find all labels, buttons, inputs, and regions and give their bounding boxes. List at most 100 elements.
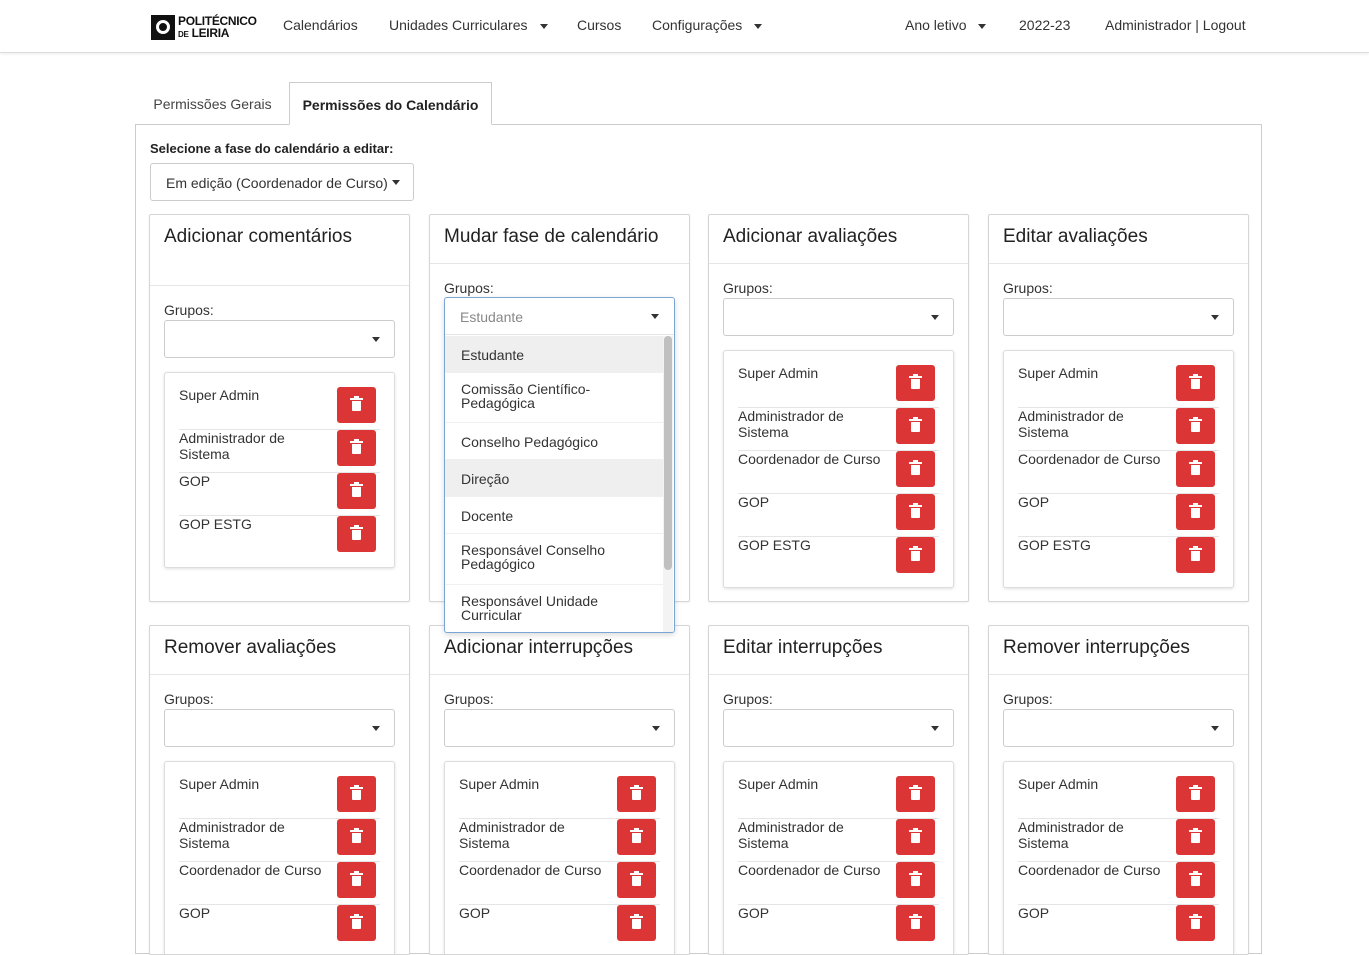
delete-group-button[interactable] <box>896 905 935 941</box>
chevron-down-icon <box>372 726 380 731</box>
phase-label: Selecione a fase do calendário a editar: <box>150 141 394 156</box>
delete-group-button[interactable] <box>896 776 935 812</box>
delete-group-button[interactable] <box>337 387 376 423</box>
nav-configuracoes-label: Configurações <box>652 17 743 33</box>
delete-group-button[interactable] <box>617 776 656 812</box>
dropdown-option[interactable]: Estudante <box>445 336 664 373</box>
chevron-down-icon <box>372 337 380 342</box>
group-name: Administrador de Sistema <box>1018 819 1124 851</box>
dropdown-option-label: Responsável Conselho Pedagógico <box>461 542 605 572</box>
dropdown-option[interactable]: Docente <box>445 497 664 534</box>
dropdown-option[interactable]: Conselho Pedagógico <box>445 423 664 460</box>
list-item: GOP ESTG <box>179 516 380 559</box>
dropdown-option-label: Responsável Unidade Curricular <box>461 593 598 623</box>
groups-list: Super Admin Administrador de Sistema Coord… <box>723 350 954 588</box>
groups-dropdown-open[interactable]: Estudante Estudante Comissão Científico-P… <box>444 297 675 633</box>
group-name: Administrador de Sistema <box>738 819 844 851</box>
logo-mark-icon <box>151 15 175 40</box>
logo-de: DE <box>178 29 189 39</box>
delete-group-button[interactable] <box>896 494 935 530</box>
dropdown-option[interactable]: Direção <box>445 460 664 497</box>
tab-permissoes-calendario[interactable]: Permissões do Calendário <box>289 82 492 125</box>
nav-ano-letivo[interactable]: Ano letivo <box>905 17 987 33</box>
nav-user-logout[interactable]: Administrador | Logout <box>1105 17 1246 33</box>
delete-group-button[interactable] <box>337 819 376 855</box>
groups-select[interactable] <box>723 298 954 336</box>
delete-group-button[interactable] <box>1176 408 1215 444</box>
nav-unidades-curriculares[interactable]: Unidades Curriculares <box>389 17 548 33</box>
nav-cursos[interactable]: Cursos <box>577 17 621 33</box>
delete-group-button[interactable] <box>896 537 935 573</box>
dropdown-scrollbar-thumb[interactable] <box>664 336 672 570</box>
list-item: GOP ESTG <box>738 537 939 580</box>
list-item: Coordenador de Curso <box>738 862 939 905</box>
list-item: GOP ESTG <box>1018 537 1219 580</box>
dropdown-option[interactable]: Responsável Unidade Curricular <box>445 585 664 632</box>
group-name: Coordenador de Curso <box>738 451 881 467</box>
trash-icon <box>1189 417 1202 432</box>
dropdown-option[interactable]: Comissão Científico-Pedagógica <box>445 373 664 423</box>
card-header-divider <box>430 674 689 675</box>
delete-group-button[interactable] <box>337 473 376 509</box>
delete-group-button[interactable] <box>337 905 376 941</box>
delete-group-button[interactable] <box>337 776 376 812</box>
logo[interactable]: POLITÉCNICO DE LEIRIA <box>151 14 257 41</box>
groups-select[interactable] <box>444 709 675 747</box>
delete-group-button[interactable] <box>1176 862 1215 898</box>
nav-configuracoes[interactable]: Configurações <box>652 17 763 33</box>
permission-card: Adicionar comentários Grupos: Super Admin A… <box>149 214 410 602</box>
card-header-divider <box>709 263 968 264</box>
groups-list: Super Admin Administrador de Sistema Coord… <box>444 761 675 954</box>
delete-group-button[interactable] <box>1176 365 1215 401</box>
groups-select[interactable] <box>723 709 954 747</box>
phase-select[interactable]: Em edição (Coordenador de Curso) <box>150 163 414 201</box>
list-item: Administrador de Sistema <box>179 819 380 862</box>
delete-group-button[interactable] <box>1176 905 1215 941</box>
nav-calendarios[interactable]: Calendários <box>283 17 358 33</box>
chevron-down-icon <box>978 23 987 29</box>
delete-group-button[interactable] <box>617 862 656 898</box>
delete-group-button[interactable] <box>896 862 935 898</box>
delete-group-button[interactable] <box>337 862 376 898</box>
list-item: GOP <box>179 473 380 516</box>
groups-dropdown-search[interactable]: Estudante <box>445 298 674 335</box>
groups-select[interactable] <box>164 709 395 747</box>
list-item: Super Admin <box>179 776 380 819</box>
top-navbar: POLITÉCNICO DE LEIRIA Calendários Unidad… <box>0 0 1369 53</box>
delete-group-button[interactable] <box>1176 776 1215 812</box>
dropdown-option[interactable]: Responsável Conselho Pedagógico <box>445 534 664 585</box>
groups-select[interactable] <box>164 320 395 358</box>
groups-select[interactable] <box>1003 709 1234 747</box>
list-item: Coordenador de Curso <box>179 862 380 905</box>
delete-group-button[interactable] <box>896 408 935 444</box>
logo-text: POLITÉCNICO DE LEIRIA <box>178 15 257 41</box>
delete-group-button[interactable] <box>337 516 376 552</box>
trash-icon <box>1189 914 1202 929</box>
trash-icon <box>350 439 363 454</box>
trash-icon <box>1189 546 1202 561</box>
delete-group-button[interactable] <box>896 819 935 855</box>
permission-card: Editar avaliações Grupos: Super Admin Admin… <box>988 214 1249 602</box>
list-item: Coordenador de Curso <box>1018 862 1219 905</box>
tab-permissoes-gerais[interactable]: Permissões Gerais <box>136 82 289 125</box>
permission-card: Adicionar avaliações Grupos: Super Admin Ad… <box>708 214 969 602</box>
groups-list: Super Admin Administrador de Sistema GOP GO… <box>164 372 395 568</box>
trash-icon <box>909 828 922 843</box>
delete-group-button[interactable] <box>896 451 935 487</box>
group-name: GOP ESTG <box>179 516 252 532</box>
groups-select[interactable] <box>1003 298 1234 336</box>
delete-group-button[interactable] <box>1176 494 1215 530</box>
nav-unidades-label: Unidades Curriculares <box>389 17 528 33</box>
phase-select-value: Em edição (Coordenador de Curso) <box>166 175 388 191</box>
delete-group-button[interactable] <box>617 905 656 941</box>
delete-group-button[interactable] <box>337 430 376 466</box>
delete-group-button[interactable] <box>896 365 935 401</box>
delete-group-button[interactable] <box>1176 537 1215 573</box>
delete-group-button[interactable] <box>1176 451 1215 487</box>
group-name: Administrador de Sistema <box>459 819 565 851</box>
trash-icon <box>909 785 922 800</box>
delete-group-button[interactable] <box>1176 819 1215 855</box>
chevron-down-icon <box>1211 726 1219 731</box>
delete-group-button[interactable] <box>617 819 656 855</box>
groups-label: Grupos: <box>1003 691 1053 707</box>
